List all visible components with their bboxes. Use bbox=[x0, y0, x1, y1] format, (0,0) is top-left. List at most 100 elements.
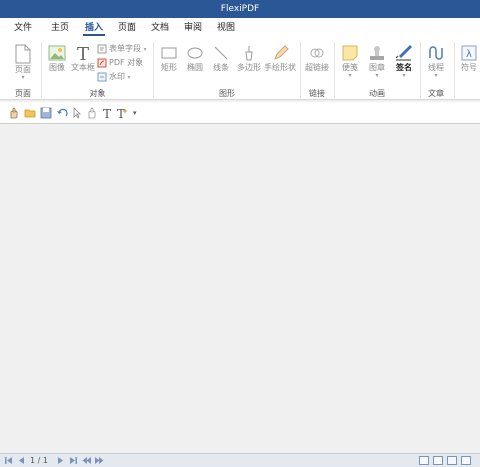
two-page-continuous-view-button[interactable] bbox=[461, 456, 471, 465]
next-page-icon bbox=[58, 457, 63, 464]
group-separator bbox=[41, 42, 42, 98]
svg-text:T: T bbox=[77, 44, 89, 62]
draw-line-button[interactable]: 线条 bbox=[210, 44, 232, 73]
open-button[interactable] bbox=[24, 107, 36, 119]
last-page-icon bbox=[70, 457, 77, 464]
draw-polygon-button[interactable]: 多边形 bbox=[235, 44, 263, 73]
menu-file[interactable]: 文件 bbox=[12, 21, 34, 36]
folder-open-icon bbox=[24, 109, 36, 118]
group-separator bbox=[334, 42, 335, 98]
menu-view[interactable]: 视图 bbox=[215, 21, 237, 36]
insert-image-label: 图像 bbox=[49, 63, 65, 72]
hand-outline-icon bbox=[88, 107, 96, 119]
save-button[interactable] bbox=[40, 107, 52, 119]
group-label-page: 页面 bbox=[15, 89, 31, 98]
insert-form-field-button[interactable]: 表单字段 ▾ bbox=[97, 43, 147, 55]
text-icon: T bbox=[103, 107, 111, 119]
menu-review[interactable]: 审阅 bbox=[182, 21, 204, 36]
insert-watermark-button[interactable]: 水印 ▾ bbox=[97, 71, 131, 83]
group-label-link: 链接 bbox=[309, 89, 325, 98]
ribbon: 页面 ▾ 页面 图像 T 文本框 表单字段 ▾ PDF 对象 水印 ▾ 对象 矩… bbox=[0, 38, 480, 100]
text-format-icon: T bbox=[117, 107, 127, 119]
image-icon bbox=[48, 45, 66, 61]
chevron-down-icon: ▾ bbox=[143, 46, 147, 53]
rectangle-label: 矩形 bbox=[161, 63, 177, 72]
previous-page-icon bbox=[19, 457, 24, 464]
thread-icon bbox=[429, 46, 443, 60]
hyperlink-label: 超链接 bbox=[305, 63, 329, 72]
menu-bar: 文件 主页 插入 页面 文档 审阅 视图 bbox=[0, 18, 480, 38]
line-label: 线条 bbox=[213, 63, 229, 72]
svg-text:T: T bbox=[117, 107, 125, 119]
polygon-icon bbox=[245, 46, 253, 61]
document-workspace[interactable] bbox=[0, 124, 480, 453]
hand-icon bbox=[10, 107, 18, 119]
draw-rectangle-button[interactable]: 矩形 bbox=[158, 44, 180, 73]
pan-tool-button[interactable] bbox=[86, 107, 98, 119]
single-page-view-button[interactable] bbox=[419, 456, 429, 465]
line-icon bbox=[214, 46, 228, 60]
menu-page[interactable]: 页面 bbox=[116, 21, 138, 36]
menu-home[interactable]: 主页 bbox=[49, 21, 71, 36]
window-title: FlexiPDF bbox=[220, 4, 260, 14]
undo-button[interactable] bbox=[56, 107, 68, 119]
insert-signature-button[interactable]: 签名 ▾ bbox=[392, 42, 416, 79]
select-tool-button[interactable] bbox=[71, 107, 83, 119]
pencil-icon bbox=[274, 45, 289, 60]
insert-page-button[interactable]: 页面 ▾ bbox=[10, 44, 36, 81]
hand-tool-button[interactable] bbox=[8, 107, 20, 119]
customize-toolbar-button[interactable]: ▾ bbox=[133, 107, 145, 119]
chevron-down-icon: ▾ bbox=[348, 72, 352, 79]
undo-icon bbox=[57, 108, 68, 117]
insert-stamp-button[interactable]: 图章 ▾ bbox=[365, 44, 389, 79]
chevron-down-icon: ▾ bbox=[434, 72, 438, 79]
watermark-label: 水印 bbox=[109, 72, 125, 81]
save-icon bbox=[40, 107, 52, 119]
text-format-button[interactable]: T bbox=[116, 107, 128, 119]
page-icon bbox=[15, 44, 31, 64]
next-page-button[interactable] bbox=[56, 456, 65, 465]
back-view-button[interactable] bbox=[82, 456, 91, 465]
rectangle-icon bbox=[161, 47, 177, 59]
draw-ellipse-button[interactable]: 椭圆 bbox=[184, 44, 206, 73]
stamp-icon bbox=[370, 46, 384, 60]
chevron-down-icon: ▾ bbox=[375, 72, 379, 79]
page-indicator[interactable]: 1 / 1 bbox=[30, 455, 48, 466]
insert-textbox-label: 文本框 bbox=[71, 63, 95, 72]
forward-icon bbox=[95, 457, 104, 464]
insert-textbox-button[interactable]: T 文本框 bbox=[71, 44, 95, 73]
chevron-down-icon: ▾ bbox=[133, 109, 137, 117]
group-separator bbox=[420, 42, 421, 98]
first-page-button[interactable] bbox=[4, 456, 13, 465]
text-tool-button[interactable]: T bbox=[101, 107, 113, 119]
quick-access-toolbar: T T ▾ bbox=[0, 102, 480, 124]
insert-thread-button[interactable]: 线程 ▾ bbox=[424, 44, 448, 79]
title-bar: FlexiPDF bbox=[0, 0, 480, 18]
last-page-button[interactable] bbox=[69, 456, 78, 465]
freehand-label: 手绘形状 bbox=[264, 63, 296, 72]
chevron-down-icon: ▾ bbox=[402, 72, 406, 79]
status-bar: 1 / 1 bbox=[0, 453, 480, 467]
chevron-down-icon: ▾ bbox=[21, 74, 25, 81]
two-page-view-button[interactable] bbox=[447, 456, 457, 465]
insert-image-button[interactable]: 图像 bbox=[46, 44, 68, 73]
polygon-label: 多边形 bbox=[237, 63, 261, 72]
pdf-object-label: PDF 对象 bbox=[109, 58, 144, 67]
sticky-note-icon bbox=[342, 45, 358, 61]
continuous-view-button[interactable] bbox=[433, 456, 443, 465]
draw-freehand-button[interactable]: 手绘形状 bbox=[264, 44, 296, 73]
group-label-comment: 动画 bbox=[369, 89, 385, 98]
insert-pdf-object-button[interactable]: PDF 对象 bbox=[97, 57, 143, 69]
menu-document[interactable]: 文档 bbox=[149, 21, 171, 36]
cursor-icon bbox=[73, 107, 81, 119]
svg-text:λ: λ bbox=[466, 49, 472, 60]
previous-page-button[interactable] bbox=[17, 456, 26, 465]
chevron-down-icon: ▾ bbox=[127, 74, 131, 81]
menu-insert[interactable]: 插入 bbox=[83, 21, 106, 36]
forward-view-button[interactable] bbox=[95, 456, 104, 465]
svg-text:T: T bbox=[103, 107, 111, 119]
insert-hyperlink-button[interactable]: 超链接 bbox=[304, 44, 330, 73]
link-icon bbox=[310, 48, 324, 58]
insert-note-button[interactable]: 便笺 ▾ bbox=[338, 44, 362, 79]
insert-symbol-button[interactable]: λ 符号 bbox=[458, 44, 480, 73]
